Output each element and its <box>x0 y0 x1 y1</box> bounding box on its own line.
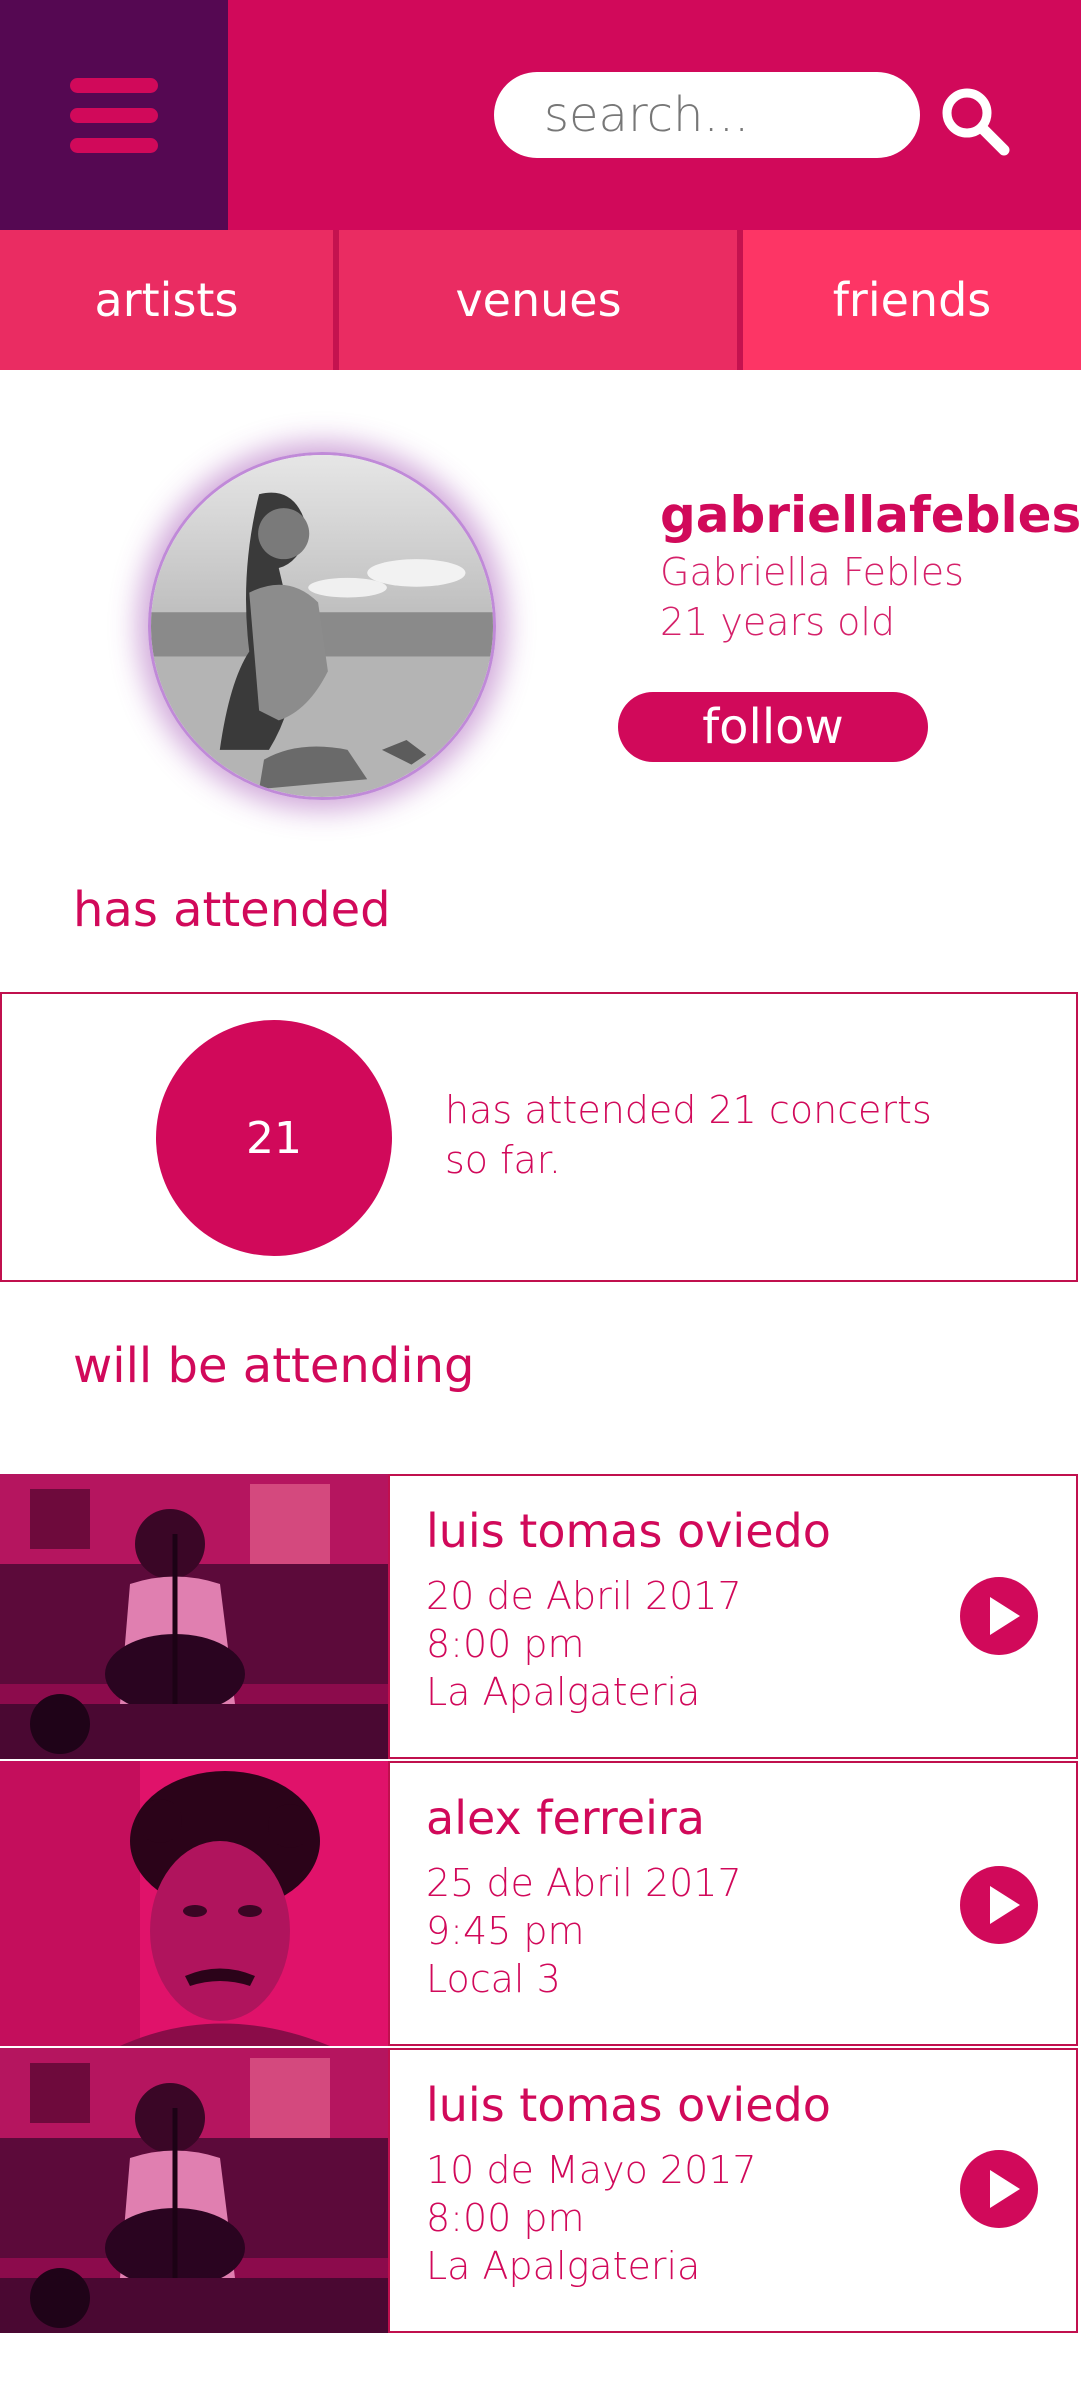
tab-friends[interactable]: friends <box>743 230 1081 370</box>
profile-avatar <box>148 452 496 800</box>
attended-count-badge: 21 <box>156 1020 392 1256</box>
profile-username: gabriellafebles <box>660 486 1081 544</box>
tab-label: friends <box>832 273 992 327</box>
event-item[interactable]: luis tomas oviedo 10 de Mayo 2017 8:00 p… <box>0 2048 1078 2333</box>
event-venue: La Apalgateria <box>426 1670 701 1714</box>
event-artist-name: luis tomas oviedo <box>426 2078 831 2132</box>
event-venue: La Apalgateria <box>426 2244 701 2288</box>
search-input[interactable] <box>494 72 920 158</box>
tab-artists[interactable]: artists <box>0 230 333 370</box>
event-venue: Local 3 <box>426 1957 561 2001</box>
event-artist-name: alex ferreira <box>426 1791 705 1845</box>
event-item[interactable]: luis tomas oviedo 20 de Abril 2017 8:00 … <box>0 1474 1078 1759</box>
event-date: 10 de Mayo 2017 <box>426 2148 757 2192</box>
event-card: luis tomas oviedo 10 de Mayo 2017 8:00 p… <box>388 2048 1078 2333</box>
tab-label: venues <box>455 273 622 327</box>
app-header <box>0 0 1081 230</box>
play-icon[interactable] <box>960 2150 1038 2228</box>
section-title-attended: has attended <box>73 882 391 938</box>
event-time: 8:00 pm <box>426 2196 585 2240</box>
play-icon[interactable] <box>960 1866 1038 1944</box>
play-icon[interactable] <box>960 1577 1038 1655</box>
event-item[interactable]: alex ferreira 25 de Abril 2017 9:45 pm L… <box>0 1761 1078 2046</box>
follow-button[interactable]: follow <box>618 692 928 762</box>
menu-button[interactable] <box>0 0 228 230</box>
search-icon[interactable] <box>936 82 1014 160</box>
event-artist-name: luis tomas oviedo <box>426 1504 831 1558</box>
section-title-upcoming: will be attending <box>73 1338 475 1394</box>
tab-label: artists <box>94 273 239 327</box>
event-card: luis tomas oviedo 20 de Abril 2017 8:00 … <box>388 1474 1078 1759</box>
profile-full-name: Gabriella Febles <box>660 550 964 594</box>
tab-venues[interactable]: venues <box>339 230 738 370</box>
event-artist-photo <box>0 1761 388 2046</box>
event-artist-photo <box>0 2048 388 2333</box>
event-date: 20 de Abril 2017 <box>426 1574 742 1618</box>
nav-tabs: artists venues friends <box>0 230 1081 370</box>
event-time: 8:00 pm <box>426 1622 585 1666</box>
event-time: 9:45 pm <box>426 1909 585 1953</box>
event-card: alex ferreira 25 de Abril 2017 9:45 pm L… <box>388 1761 1078 2046</box>
profile-age: 21 years old <box>660 600 896 644</box>
attended-description: has attended 21 concerts so far. <box>445 1088 932 1182</box>
event-artist-photo <box>0 1474 388 1759</box>
event-date: 25 de Abril 2017 <box>426 1861 742 1905</box>
